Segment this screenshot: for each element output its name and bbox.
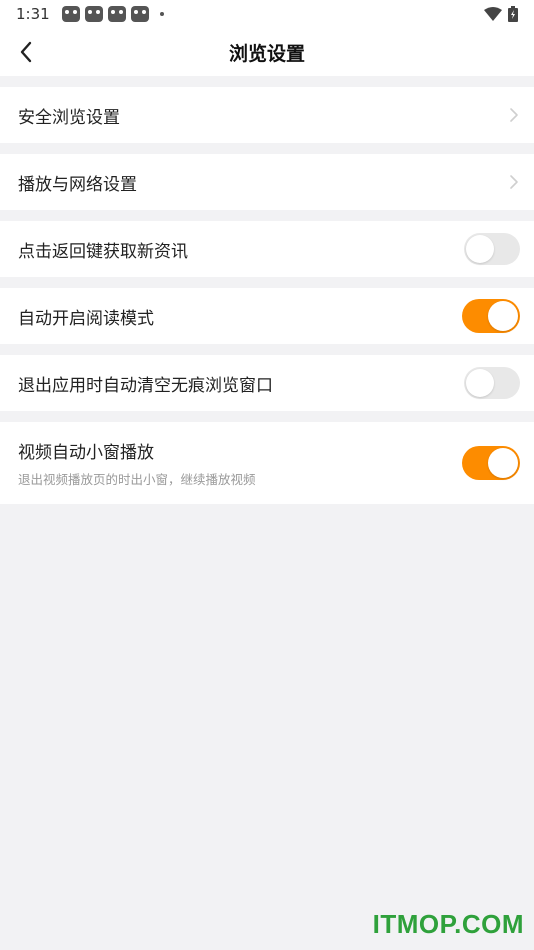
setting-row-reading-mode: 自动开启阅读模式 bbox=[0, 288, 534, 344]
wifi-icon bbox=[484, 7, 502, 21]
toggle-knob bbox=[466, 235, 494, 263]
app-notification-icon bbox=[107, 6, 126, 22]
page-title: 浏览设置 bbox=[228, 42, 305, 65]
setting-row-back-key-refresh: 点击返回键获取新资讯 bbox=[0, 221, 534, 277]
status-bar: 1:31 bbox=[0, 0, 534, 28]
app-notification-icon bbox=[130, 6, 149, 22]
status-time: 1:31 bbox=[16, 5, 50, 23]
toggle-knob bbox=[466, 369, 494, 397]
status-right bbox=[484, 6, 518, 22]
setting-label: 安全浏览设置 bbox=[18, 107, 120, 128]
video-mini-window-toggle[interactable] bbox=[462, 446, 520, 480]
more-notifications-dot bbox=[159, 12, 164, 16]
notification-icons bbox=[61, 6, 164, 22]
chevron-right-icon bbox=[510, 108, 518, 122]
setting-label: 视频自动小窗播放 bbox=[18, 443, 154, 463]
back-key-refresh-toggle[interactable] bbox=[464, 233, 520, 265]
app-notification-icon bbox=[84, 6, 103, 22]
setting-row-clear-incognito: 退出应用时自动清空无痕浏览窗口 bbox=[0, 355, 534, 411]
setting-row-playback-network[interactable]: 播放与网络设置 bbox=[0, 154, 534, 210]
setting-row-video-mini-window: 视频自动小窗播放 退出视频播放页的时出小窗，继续播放视频 bbox=[0, 422, 534, 504]
toggle-knob bbox=[488, 448, 518, 478]
app-notification-icon bbox=[61, 6, 80, 22]
toggle-knob bbox=[488, 301, 518, 331]
nav-bar: 浏览设置 bbox=[0, 28, 534, 76]
setting-sublabel: 退出视频播放页的时出小窗，继续播放视频 bbox=[18, 472, 256, 487]
setting-label: 自动开启阅读模式 bbox=[18, 308, 154, 329]
setting-label: 点击返回键获取新资讯 bbox=[18, 241, 188, 262]
watermark: ITMOP.COM bbox=[372, 909, 524, 939]
setting-label: 播放与网络设置 bbox=[18, 174, 137, 195]
back-arrow-icon bbox=[20, 41, 32, 63]
setting-text: 视频自动小窗播放 退出视频播放页的时出小窗，继续播放视频 bbox=[18, 438, 256, 488]
battery-icon bbox=[508, 6, 518, 22]
reading-mode-toggle[interactable] bbox=[462, 299, 520, 333]
setting-row-safe-browsing[interactable]: 安全浏览设置 bbox=[0, 87, 534, 143]
chevron-right-icon bbox=[510, 175, 518, 189]
setting-label: 退出应用时自动清空无痕浏览窗口 bbox=[18, 375, 273, 396]
clear-incognito-toggle[interactable] bbox=[464, 367, 520, 399]
back-button[interactable] bbox=[10, 36, 42, 68]
